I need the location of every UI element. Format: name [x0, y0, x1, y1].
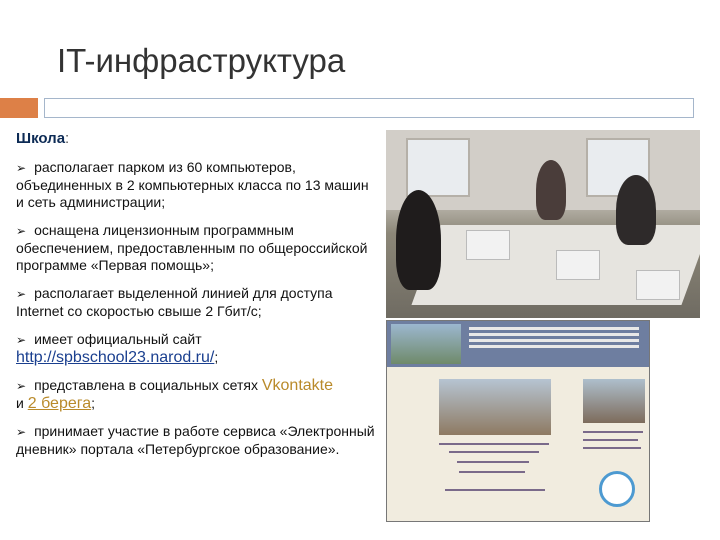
arrow-bullet-icon: ➢: [16, 161, 27, 175]
heading-text: Школа: [16, 130, 66, 147]
section-heading: Школа:: [16, 130, 378, 147]
photo-laptop: [466, 230, 510, 260]
bullet-middle-text: и: [16, 395, 24, 411]
photo-person: [616, 175, 656, 245]
site-header-photo: [391, 324, 461, 364]
heading-colon: :: [65, 130, 70, 147]
bullet-item: ➢ располагает парком из 60 компьютеров, о…: [16, 159, 378, 211]
arrow-bullet-icon: ➢: [16, 287, 27, 301]
site-logo-icon: [599, 471, 635, 507]
bullet-text: представлена в социальных сетях: [34, 377, 258, 393]
bullet-item: ➢ располагает выделенной линией для досту…: [16, 285, 378, 320]
site-text-line: [459, 471, 525, 473]
site-text-line: [439, 443, 549, 445]
arrow-bullet-icon: ➢: [16, 379, 27, 393]
site-text-line: [449, 451, 539, 453]
site-text-line: [583, 431, 643, 433]
site-header: [387, 321, 649, 367]
site-header-text-lines: [469, 327, 639, 330]
title-underline-bar: [44, 98, 694, 118]
bullet-item: ➢ представлена в социальных сетях Vkontak…: [16, 377, 378, 412]
photo-laptop: [636, 270, 680, 300]
school-site-link[interactable]: http://spbschool23.narod.ru/: [16, 349, 214, 366]
slide-title: IT-инфраструктура: [57, 42, 346, 79]
classroom-photo: [386, 130, 700, 318]
bullet-text: располагает выделенной линией для доступ…: [16, 285, 333, 319]
arrow-bullet-icon: ➢: [16, 333, 27, 347]
two-shores-link[interactable]: 2 берега: [28, 395, 91, 412]
bullet-text: оснащена лицензионным программным обеспе…: [16, 222, 368, 273]
accent-bar: [0, 98, 38, 118]
photo-window: [406, 138, 470, 197]
site-main-photo: [439, 379, 551, 435]
site-text-line: [583, 447, 641, 449]
school-website-screenshot: [386, 320, 650, 522]
bullet-suffix: ;: [214, 349, 219, 365]
photo-laptop: [556, 250, 600, 280]
photo-person: [536, 160, 566, 220]
site-side-photo: [583, 379, 645, 423]
bullet-suffix: ;: [91, 395, 96, 411]
bullet-item: ➢ оснащена лицензионным программным обесп…: [16, 222, 378, 274]
bullet-item: ➢ принимает участие в работе сервиса «Эле…: [16, 423, 378, 458]
site-text-line: [583, 439, 638, 441]
photo-person: [396, 190, 441, 290]
bullet-text: принимает участие в работе сервиса «Элек…: [16, 423, 375, 457]
bullet-text: располагает парком из 60 компьютеров, об…: [16, 159, 369, 210]
bullet-text: имеет официальный сайт: [34, 331, 202, 347]
arrow-bullet-icon: ➢: [16, 425, 27, 439]
site-text-line: [445, 489, 545, 491]
site-text-line: [457, 461, 529, 463]
bullet-item: ➢ имеет официальный сайт http://spbschool…: [16, 331, 378, 366]
vkontakte-link[interactable]: Vkontakte: [262, 377, 333, 394]
arrow-bullet-icon: ➢: [16, 224, 27, 238]
content-body: Школа: ➢ располагает парком из 60 компьют…: [16, 130, 378, 469]
